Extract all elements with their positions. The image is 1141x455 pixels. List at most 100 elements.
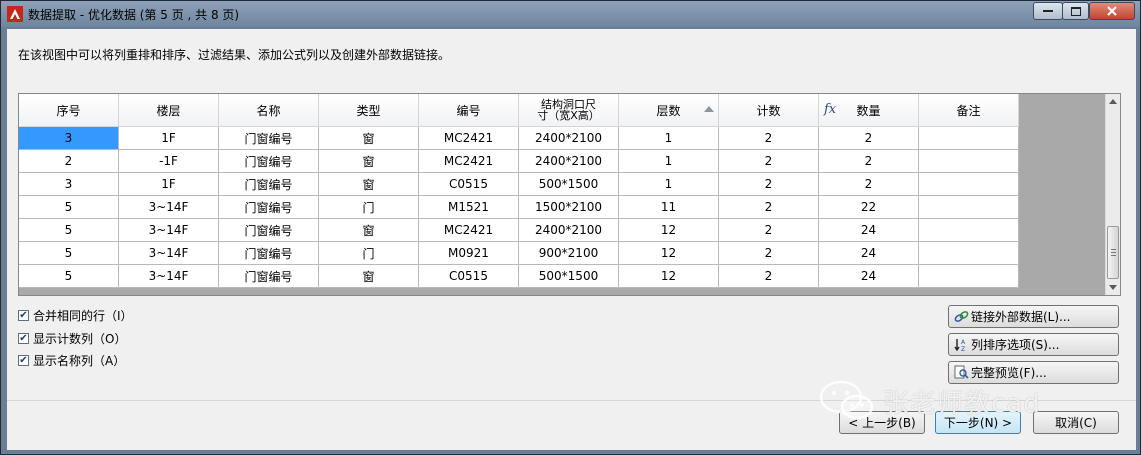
table-cell[interactable]: 24	[819, 242, 919, 265]
column-header[interactable]: 编号	[419, 94, 519, 127]
column-header[interactable]: 名称	[219, 94, 319, 127]
table-cell[interactable]: 24	[819, 265, 919, 288]
table-cell[interactable]	[919, 196, 1019, 219]
table-cell[interactable]: 门窗编号	[219, 196, 319, 219]
table-cell[interactable]: 窗	[319, 173, 419, 196]
table-cell[interactable]: 900*2100	[519, 242, 619, 265]
table-cell[interactable]	[919, 127, 1019, 150]
scroll-thumb[interactable]	[1107, 226, 1119, 279]
table-cell[interactable]: C0515	[419, 173, 519, 196]
table-cell[interactable]: 12	[619, 265, 719, 288]
table-cell[interactable]: 门窗编号	[219, 219, 319, 242]
table-cell[interactable]: 2	[819, 173, 919, 196]
table-cell[interactable]: M1521	[419, 196, 519, 219]
vertical-scrollbar[interactable]	[1105, 94, 1120, 295]
table-cell[interactable]: 5	[19, 196, 119, 219]
table-cell[interactable]: 1	[619, 127, 719, 150]
column-header[interactable]: 结构洞口尺 寸（宽X高）	[519, 94, 619, 127]
table-cell[interactable]: 2	[719, 196, 819, 219]
table-cell[interactable]	[919, 219, 1019, 242]
maximize-button[interactable]	[1062, 2, 1089, 20]
table-cell[interactable]: M0921	[419, 242, 519, 265]
table-cell[interactable]	[919, 242, 1019, 265]
table-cell[interactable]: 3	[19, 127, 119, 150]
column-header[interactable]: 数量 fx	[819, 94, 919, 127]
column-header[interactable]: 计数	[719, 94, 819, 127]
checkmark-icon[interactable]: ✔	[18, 310, 29, 321]
table-cell[interactable]: 2	[719, 242, 819, 265]
merge-rows-checkbox[interactable]: ✔ 合并相同的行（I）	[18, 307, 133, 324]
table-cell[interactable]: 窗	[319, 219, 419, 242]
table-cell[interactable]: MC2421	[419, 150, 519, 173]
column-header[interactable]: 序号	[19, 94, 119, 127]
table-cell[interactable]: 门窗编号	[219, 265, 319, 288]
table-cell[interactable]: 1	[619, 150, 719, 173]
table-cell[interactable]: C0515	[419, 265, 519, 288]
table-cell[interactable]: 2	[719, 173, 819, 196]
table-cell[interactable]: 5	[19, 219, 119, 242]
table-cell[interactable]: 2	[719, 150, 819, 173]
column-sort-options-button[interactable]: AZ 列排序选项(S)...	[948, 333, 1119, 356]
table-cell[interactable]: -1F	[119, 150, 219, 173]
cancel-button[interactable]: 取消(C)	[1033, 411, 1119, 434]
column-header[interactable]: 楼层	[119, 94, 219, 127]
table-cell[interactable]: 3~14F	[119, 242, 219, 265]
column-header[interactable]: 类型	[319, 94, 419, 127]
table-cell[interactable]	[919, 150, 1019, 173]
table-cell[interactable]: MC2421	[419, 127, 519, 150]
table-row[interactable]: 5 3~14F 门窗编号窗 MC2421 2400*2100 12 2 24	[19, 219, 1019, 242]
checkmark-icon[interactable]: ✔	[18, 333, 29, 344]
table-cell[interactable]: 3~14F	[119, 219, 219, 242]
scroll-down-icon[interactable]	[1109, 285, 1117, 290]
table-cell[interactable]	[919, 265, 1019, 288]
table-cell[interactable]: 1500*2100	[519, 196, 619, 219]
table-cell[interactable]: 500*1500	[519, 173, 619, 196]
table-cell[interactable]: 11	[619, 196, 719, 219]
scroll-up-icon[interactable]	[1109, 99, 1117, 104]
table-cell[interactable]: 2400*2100	[519, 127, 619, 150]
checkmark-icon[interactable]: ✔	[18, 355, 29, 366]
table-row[interactable]: 3 1F 门窗编号窗 MC2421 2400*2100 1 2 2	[19, 127, 1019, 150]
table-cell[interactable]: 5	[19, 242, 119, 265]
table-cell[interactable]: 3	[19, 173, 119, 196]
table-cell[interactable]: 1F	[119, 127, 219, 150]
table-cell[interactable]	[919, 173, 1019, 196]
table-cell[interactable]: 1F	[119, 173, 219, 196]
table-cell[interactable]: 24	[819, 219, 919, 242]
column-header[interactable]: 备注	[919, 94, 1019, 127]
data-grid[interactable]: 序号 楼层 名称 类型 编号 结构洞口尺 寸（宽X高） 层数 计数 数量 fx 备注 3 1F 门窗编号窗…	[18, 93, 1121, 296]
table-cell[interactable]: MC2421	[419, 219, 519, 242]
table-cell[interactable]: 2400*2100	[519, 150, 619, 173]
link-external-data-button[interactable]: 链接外部数据(L)...	[948, 305, 1119, 328]
table-cell[interactable]: 门窗编号	[219, 150, 319, 173]
table-row[interactable]: 5 3~14F 门窗编号窗 C0515 500*1500 12 2 24	[19, 265, 1019, 288]
table-cell[interactable]: 2	[719, 265, 819, 288]
table-cell[interactable]: 2	[819, 150, 919, 173]
table-cell[interactable]: 12	[619, 219, 719, 242]
table-cell[interactable]: 2	[19, 150, 119, 173]
table-cell[interactable]: 门	[319, 242, 419, 265]
table-cell[interactable]: 2	[719, 127, 819, 150]
table-cell[interactable]: 1	[619, 173, 719, 196]
table-cell[interactable]: 窗	[319, 127, 419, 150]
table-row[interactable]: 2 -1F 门窗编号窗 MC2421 2400*2100 1 2 2	[19, 150, 1019, 173]
table-cell[interactable]: 门窗编号	[219, 242, 319, 265]
show-name-checkbox[interactable]: ✔ 显示名称列（A）	[18, 352, 125, 369]
table-cell[interactable]: 12	[619, 242, 719, 265]
table-cell[interactable]: 门窗编号	[219, 173, 319, 196]
title-bar[interactable]: 数据提取 - 优化数据 (第 5 页 , 共 8 页)	[1, 1, 1140, 27]
table-cell[interactable]: 门	[319, 196, 419, 219]
table-cell[interactable]: 3~14F	[119, 265, 219, 288]
table-cell[interactable]: 2	[819, 127, 919, 150]
table-cell[interactable]: 2400*2100	[519, 219, 619, 242]
table-cell[interactable]: 2	[719, 219, 819, 242]
table-cell[interactable]: 窗	[319, 150, 419, 173]
table-row[interactable]: 5 3~14F 门窗编号门 M1521 1500*2100 11 2 22	[19, 196, 1019, 219]
column-header[interactable]: 层数	[619, 94, 719, 127]
minimize-button[interactable]	[1033, 2, 1063, 20]
show-count-checkbox[interactable]: ✔ 显示计数列（O）	[18, 330, 126, 347]
table-cell[interactable]: 3~14F	[119, 196, 219, 219]
table-cell[interactable]: 22	[819, 196, 919, 219]
close-button[interactable]	[1089, 2, 1135, 20]
table-row[interactable]: 5 3~14F 门窗编号门 M0921 900*2100 12 2 24	[19, 242, 1019, 265]
